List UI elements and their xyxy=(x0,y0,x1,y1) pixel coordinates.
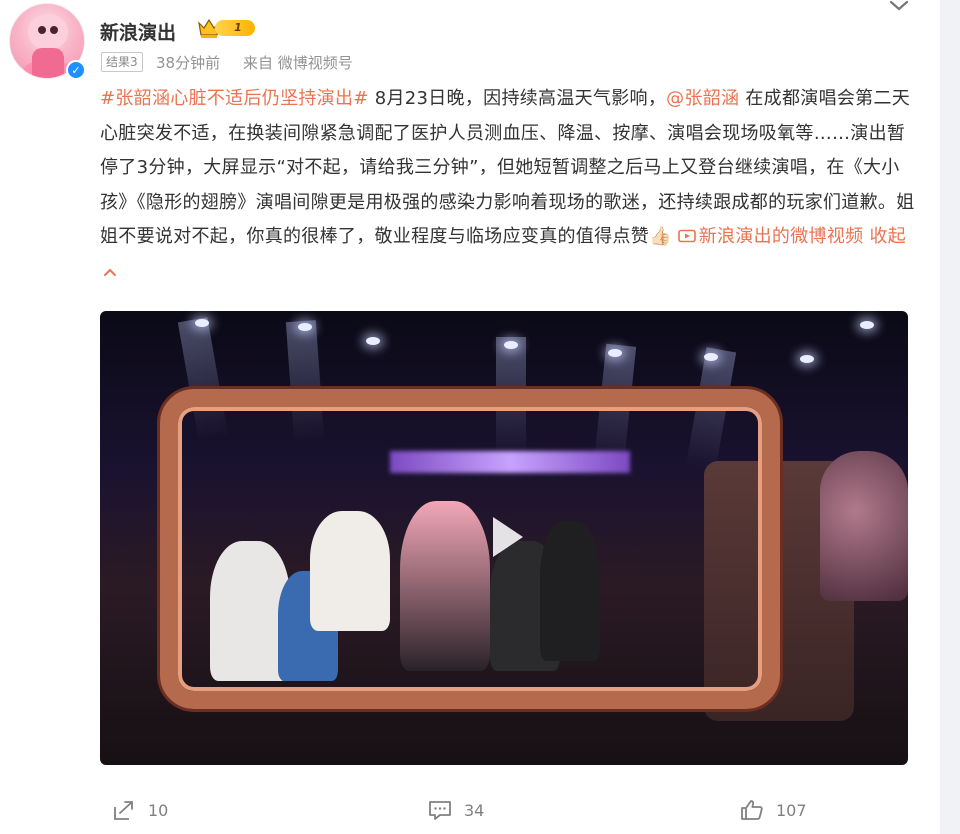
stage-light xyxy=(860,321,874,329)
repost-count: 10 xyxy=(148,800,169,820)
mention-link[interactable]: @张韶涵 xyxy=(666,88,739,109)
avatar-eye-left xyxy=(38,26,46,34)
result-tag: 结果3 xyxy=(101,52,143,72)
collapse-label: 收起 xyxy=(869,226,907,247)
video-link[interactable]: 新浪演出的微博视频 xyxy=(677,226,864,247)
stage-light xyxy=(800,355,814,363)
comment-count: 34 xyxy=(464,800,485,820)
thumbs-up-icon xyxy=(741,800,763,820)
video-play-icon xyxy=(677,229,696,243)
post-text-2: 在成都演唱会第二天心脏突发不适，在换装间隙紧急调配了医护人员测血压、降温、按摩、… xyxy=(100,88,915,247)
avatar-face xyxy=(28,14,68,50)
post-text-1: 8月23日晚，因持续高温天气影响， xyxy=(368,88,667,109)
verified-badge-icon: ✓ xyxy=(66,60,86,80)
video-player[interactable] xyxy=(100,311,908,765)
like-count: 107 xyxy=(776,800,807,820)
vip-badge[interactable]: 1 xyxy=(197,17,255,39)
avatar-body xyxy=(32,48,64,78)
stage-light xyxy=(298,323,312,331)
play-icon[interactable] xyxy=(479,511,531,563)
stage-light xyxy=(704,353,718,361)
post-source: 来自 微博视频号 xyxy=(243,54,353,72)
avatar-eye-right xyxy=(50,26,58,34)
stage-light xyxy=(504,341,518,349)
stage-light xyxy=(195,319,209,327)
share-arrow-icon xyxy=(114,801,133,820)
repost-button[interactable]: 10 xyxy=(112,795,168,825)
chevron-up-icon xyxy=(104,268,116,276)
weibo-post-card: ✓ 新浪演出 1 结果3 38分钟前 来自 微博视频号 #张韶涵心脏不适后仍坚持… xyxy=(0,0,940,834)
author-name[interactable]: 新浪演出 xyxy=(100,18,176,45)
ornate-frame xyxy=(160,389,780,709)
comment-button[interactable]: 34 xyxy=(428,795,484,825)
stage-prop-mascot xyxy=(820,451,908,601)
comment-bubble-icon xyxy=(429,801,451,820)
like-button[interactable]: 107 xyxy=(740,795,807,825)
vip-level: 1 xyxy=(215,20,255,36)
stage-light xyxy=(366,337,380,345)
scrollbar[interactable] xyxy=(940,0,960,834)
post-content: #张韶涵心脏不适后仍坚持演出# 8月23日晚，因持续高温天气影响，@张韶涵 在成… xyxy=(100,82,915,289)
video-link-label: 新浪演出的微博视频 xyxy=(698,226,864,247)
stage-light xyxy=(608,349,622,357)
hashtag-link[interactable]: #张韶涵心脏不适后仍坚持演出# xyxy=(100,88,369,109)
post-time[interactable]: 38分钟前 xyxy=(156,52,220,73)
chevron-down-icon[interactable] xyxy=(887,0,911,15)
